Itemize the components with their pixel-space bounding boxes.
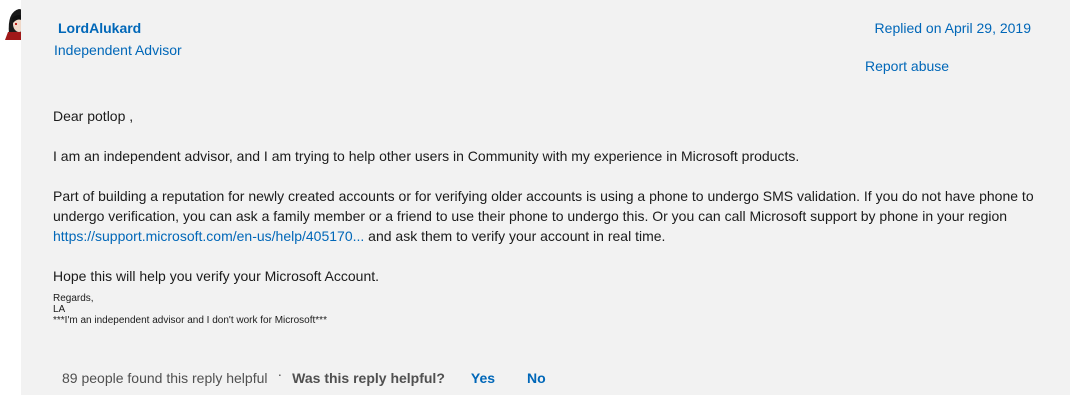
helpful-question: Was this reply helpful? bbox=[292, 370, 445, 386]
signature-disclaimer: ***I'm an independent advisor and I don'… bbox=[53, 315, 327, 326]
support-link[interactable]: https://support.microsoft.com/en-us/help… bbox=[53, 228, 364, 244]
reply-body: Dear potlop , I am an independent adviso… bbox=[53, 106, 1053, 326]
no-button[interactable]: No bbox=[527, 370, 546, 386]
greeting-text: Dear potlop , bbox=[53, 108, 134, 124]
paragraph-closing: Hope this will help you verify your Micr… bbox=[53, 268, 380, 284]
helpful-footer: 89 people found this reply helpful · Was… bbox=[62, 366, 546, 386]
paragraph-verification-tail: and ask them to verify your account in r… bbox=[364, 228, 666, 244]
helpful-count: 89 people found this reply helpful bbox=[62, 370, 268, 386]
paragraph-intro: I am an independent advisor, and I am tr… bbox=[53, 148, 800, 164]
yes-button[interactable]: Yes bbox=[471, 370, 495, 386]
signature-regards: Regards, bbox=[53, 293, 94, 304]
reply-card: LordAlukard Independent Advisor Replied … bbox=[21, 0, 1070, 395]
report-abuse-link[interactable]: Report abuse bbox=[865, 58, 949, 74]
paragraph-verification: Part of building a reputation for newly … bbox=[53, 186, 1053, 246]
replied-date: Replied on April 29, 2019 bbox=[874, 20, 1031, 36]
signature-name: LA bbox=[53, 304, 66, 315]
paragraph-verification-text: Part of building a reputation for newly … bbox=[53, 188, 1034, 224]
author-name-link[interactable]: LordAlukard bbox=[58, 20, 141, 36]
separator-dot: · bbox=[277, 366, 283, 382]
author-role: Independent Advisor bbox=[54, 42, 182, 58]
